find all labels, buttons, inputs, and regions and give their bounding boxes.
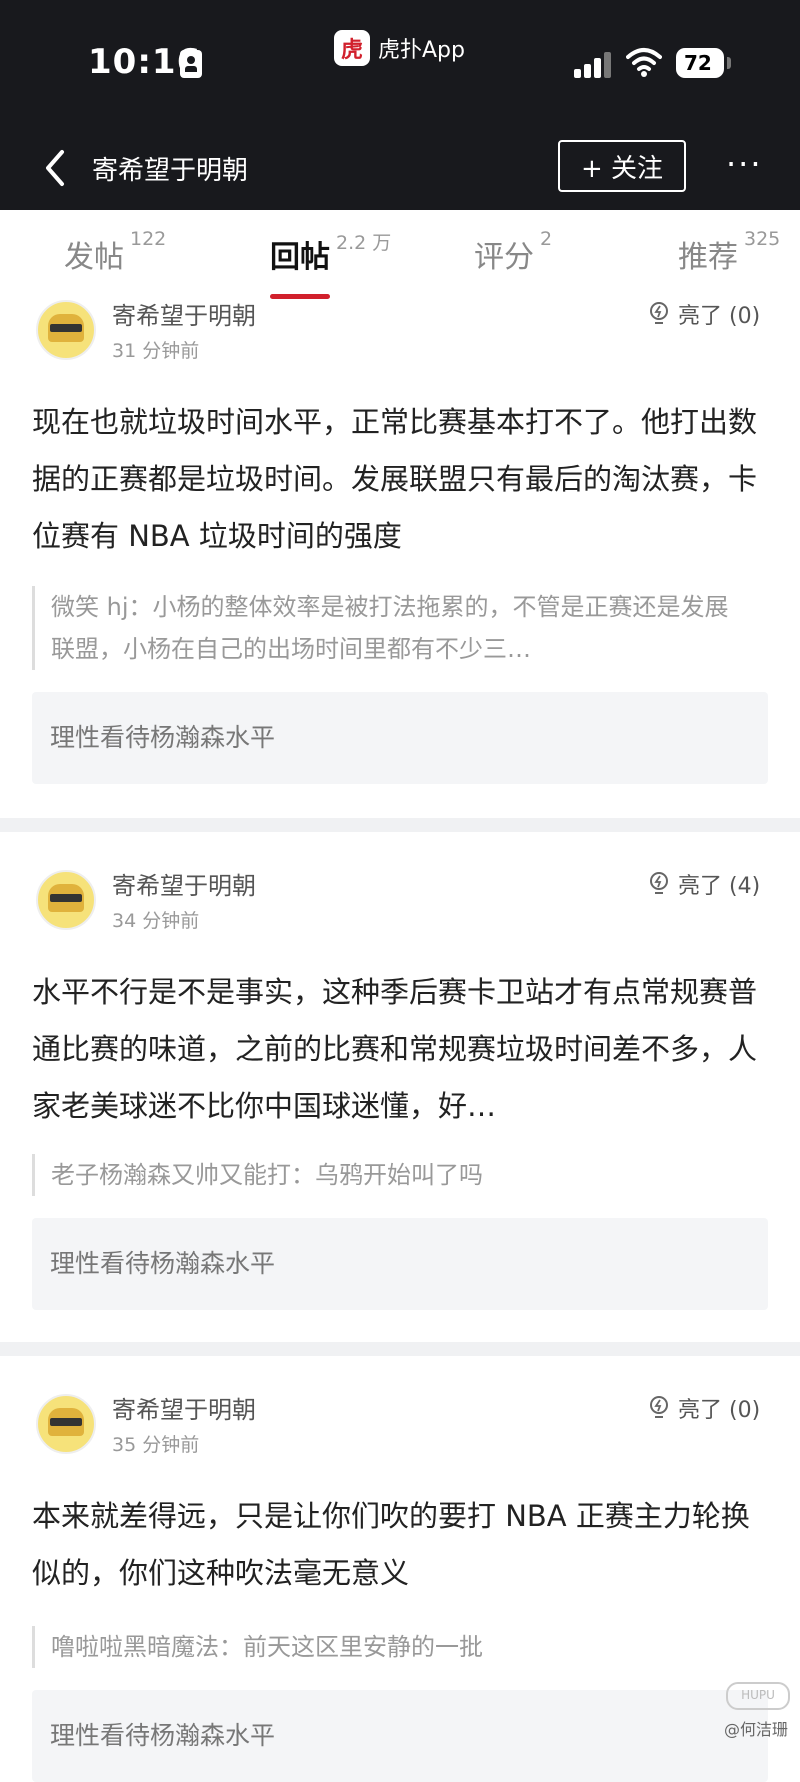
tab-recommend[interactable]: 推荐 325	[678, 228, 780, 276]
reply-item[interactable]: 寄希望于明朝 34 分钟前 亮了 (4) 水平不行是不是事实，这种季后赛卡卫站才…	[0, 870, 800, 1332]
tab-count: 2	[540, 228, 553, 250]
tab-ratings[interactable]: 评分 2	[474, 228, 552, 276]
wifi-icon	[626, 48, 662, 77]
quoted-reply[interactable]: 老子杨瀚森又帅又能打：乌鸦开始叫了吗	[32, 1154, 751, 1196]
hupu-logo-icon: 虎	[334, 30, 370, 66]
topic-link[interactable]: 理性看待杨瀚森水平	[32, 692, 768, 784]
cellular-signal-icon	[574, 50, 611, 78]
quoted-reply[interactable]: 微笑 hj：小杨的整体效率是被打法拖累的，不管是正赛还是发展联盟，小杨在自己的出…	[32, 586, 751, 670]
reply-username[interactable]: 寄希望于明朝	[112, 866, 256, 901]
tab-replies[interactable]: 回帖 2.2 万	[270, 232, 391, 276]
reply-item[interactable]: 寄希望于明朝 35 分钟前 亮了 (0) 本来就差得远，只是让你们吹的要打 NB…	[0, 1392, 800, 1782]
reply-body[interactable]: 现在也就垃圾时间水平，正常比赛基本打不了。他打出数据的正赛都是垃圾时间。发展联盟…	[32, 394, 762, 565]
battery-indicator: 72	[676, 48, 724, 78]
app-name: 虎扑App	[378, 38, 465, 63]
lightbulb-icon	[650, 1396, 668, 1418]
reply-time: 35 分钟前	[112, 1434, 200, 1456]
reply-time: 34 分钟前	[112, 910, 200, 932]
avatar[interactable]	[36, 870, 96, 930]
app-badge[interactable]: 虎 虎扑App	[334, 30, 465, 66]
reply-body[interactable]: 本来就差得远，只是让你们吹的要打 NBA 正赛主力轮换似的，你们这种吹法毫无意义	[32, 1488, 762, 1602]
watermark-text: @何洁珊	[724, 1720, 789, 1739]
reply-time: 31 分钟前	[112, 340, 200, 362]
profile-tabs: 发帖 122 回帖 2.2 万 评分 2 推荐 325	[0, 210, 800, 300]
active-tab-indicator	[270, 294, 330, 299]
reply-item[interactable]: 寄希望于明朝 31 分钟前 亮了 (0) 现在也就垃圾时间水平，正常比赛基本打不…	[0, 300, 800, 810]
light-button[interactable]: 亮了 (0)	[648, 298, 760, 330]
back-arrow-icon[interactable]	[40, 148, 74, 188]
tab-label: 回帖	[270, 240, 330, 275]
lightbulb-icon	[650, 872, 668, 894]
avatar[interactable]	[36, 300, 96, 360]
tab-count: 122	[130, 228, 167, 250]
light-button[interactable]: 亮了 (0)	[648, 1392, 760, 1424]
divider	[0, 818, 800, 832]
lightbulb-icon	[650, 302, 668, 324]
divider	[0, 1342, 800, 1356]
avatar[interactable]	[36, 1394, 96, 1454]
more-options-icon[interactable]: ···	[726, 148, 763, 180]
page-title: 寄希望于明朝	[92, 156, 249, 186]
light-button[interactable]: 亮了 (4)	[648, 868, 760, 900]
top-bar: 10:16 虎 虎扑App 72 寄希望于明朝 + 关注 ···	[0, 0, 800, 210]
tab-count: 2.2 万	[336, 232, 392, 254]
battery-tip	[727, 57, 731, 69]
contact-card-icon	[180, 50, 202, 78]
follow-button[interactable]: + 关注	[558, 140, 686, 192]
tab-label: 推荐	[678, 240, 738, 275]
topic-link[interactable]: 理性看待杨瀚森水平	[32, 1218, 768, 1310]
light-count: 亮了 (4)	[678, 874, 761, 899]
topic-link[interactable]: 理性看待杨瀚森水平	[32, 1690, 768, 1782]
reply-username[interactable]: 寄希望于明朝	[112, 296, 256, 331]
reply-body[interactable]: 水平不行是不是事实，这种季后赛卡卫站才有点常规赛普通比赛的味道，之前的比赛和常规…	[32, 964, 762, 1135]
tab-count: 325	[744, 228, 781, 250]
tab-label: 评分	[474, 240, 534, 275]
hupu-watermark-logo: HUPU	[726, 1682, 790, 1710]
light-count: 亮了 (0)	[678, 304, 761, 329]
tab-posts[interactable]: 发帖 122	[64, 228, 166, 276]
reply-username[interactable]: 寄希望于明朝	[112, 1390, 256, 1425]
tab-label: 发帖	[64, 240, 124, 275]
light-count: 亮了 (0)	[678, 1398, 761, 1423]
quoted-reply[interactable]: 噜啦啦黑暗魔法：前天这区里安静的一批	[32, 1626, 751, 1668]
